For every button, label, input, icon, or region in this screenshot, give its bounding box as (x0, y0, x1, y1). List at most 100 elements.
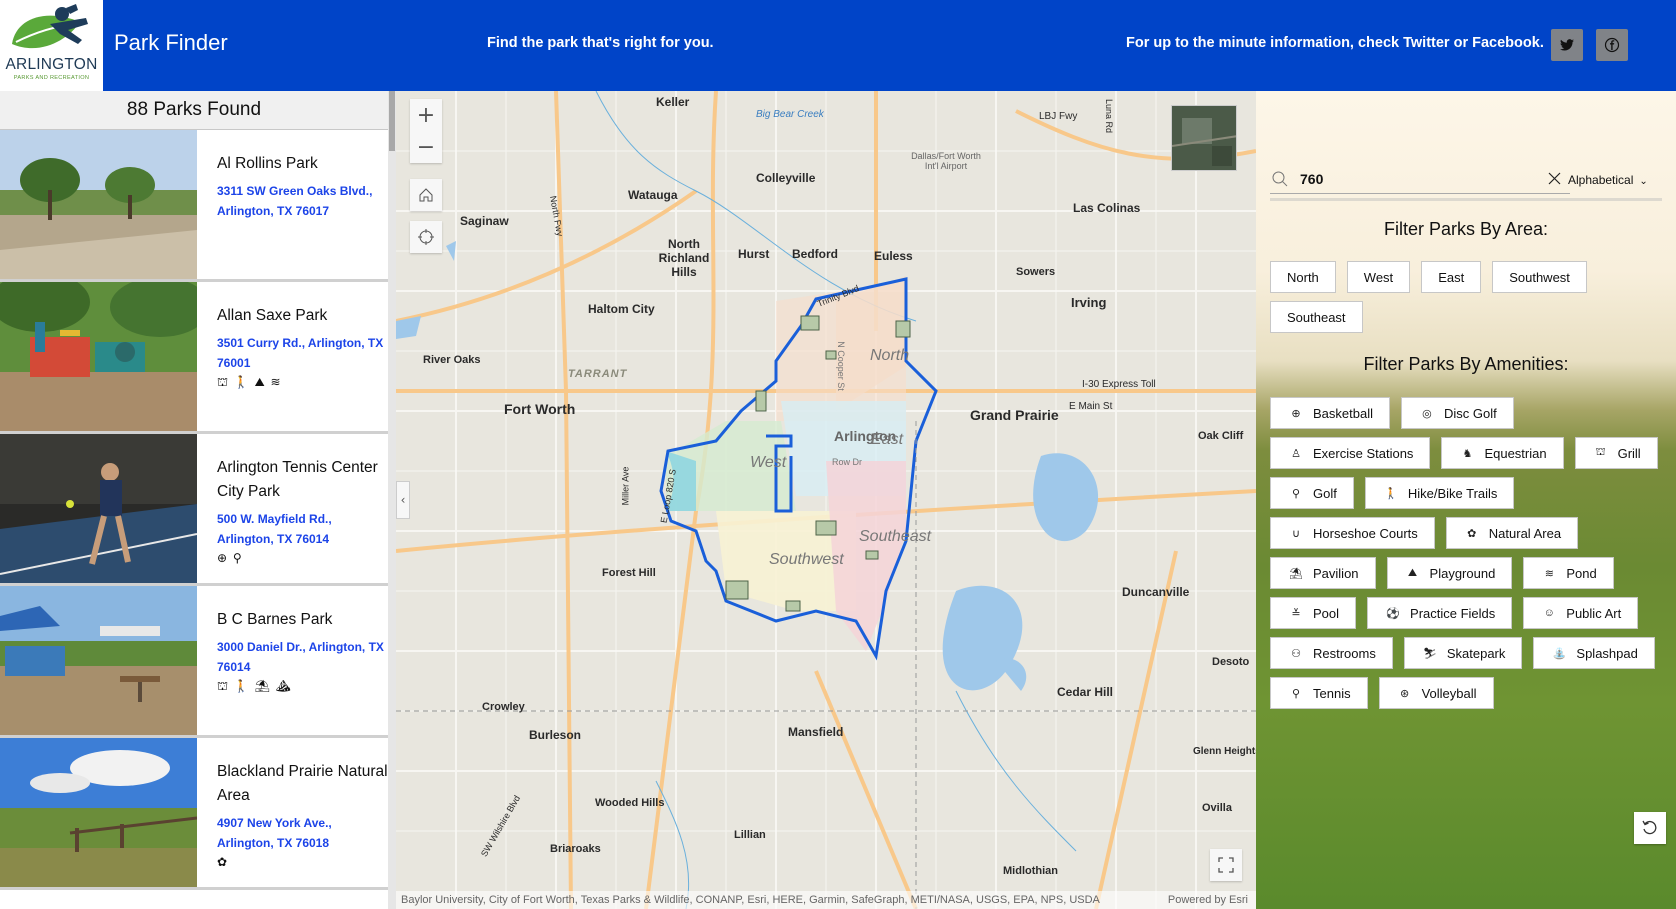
park-address[interactable]: 4907 New York Ave., Arlington, TX 76018 (217, 814, 388, 853)
park-address[interactable]: 3311 SW Green Oaks Blvd., Arlington, TX … (217, 182, 388, 221)
amenity-filter-restrooms[interactable]: ⚇ Restrooms (1270, 637, 1393, 669)
map-label: Colleyville (756, 171, 816, 185)
amenity-filter-volleyball[interactable]: ⊛ Volleyball (1378, 677, 1494, 709)
amenity-filter-label: Volleyball (1421, 685, 1477, 701)
amenity-filter-playground[interactable]: ⛰ Playground (1386, 557, 1513, 589)
park-photo (0, 738, 197, 887)
amenity-filter-equestrian[interactable]: ♞ Equestrian (1441, 437, 1564, 469)
park-list-item[interactable]: Blackland Prairie Natural Area 4907 New … (0, 738, 388, 890)
amenity-filter-splashpad[interactable]: ⛲ Splashpad (1533, 637, 1655, 669)
locate-icon (418, 229, 434, 245)
map-label: Burleson (529, 728, 582, 742)
area-filter-west[interactable]: West (1346, 261, 1411, 293)
equestrian-icon: ♞ (1462, 447, 1473, 460)
area-filter-southeast[interactable]: Southeast (1270, 301, 1363, 333)
park-map[interactable]: Keller Big Bear Creek LBJ Fwy Colleyvill… (396, 91, 1256, 909)
map-label: River Oaks (423, 354, 481, 366)
amenity-filter-skatepark[interactable]: ⛷ Skatepark (1403, 637, 1523, 669)
app-header: ARLINGTON PARKS AND RECREATION Park Find… (0, 0, 1676, 91)
park-address[interactable]: 500 W. Mayfield Rd., Arlington, TX 76014 (217, 510, 388, 549)
amenity-filter-label: Disc Golf (1443, 405, 1497, 421)
area-filter-north[interactable]: North (1270, 261, 1336, 293)
district-label-east: East (871, 431, 904, 448)
park-name[interactable]: Arlington Tennis Center City Park (217, 456, 388, 504)
natural-area-icon: ✿ (1467, 527, 1477, 540)
golf-icon: ⚲ (1291, 487, 1301, 500)
park-amenity-icons: ⊕ ⚲ (217, 551, 243, 565)
map-label: Glenn Heights (1193, 746, 1256, 757)
horseshoe-icon: ∪ (1291, 527, 1301, 540)
collapse-list-button[interactable]: ‹ (396, 481, 410, 519)
park-name[interactable]: B C Barnes Park (217, 608, 388, 632)
district-label-southwest: Southwest (769, 551, 844, 568)
powered-by-esri[interactable]: Powered by Esri (1168, 891, 1248, 909)
home-icon (419, 188, 433, 202)
park-name[interactable]: Al Rollins Park (217, 152, 388, 176)
amenity-filter-label: Playground (1429, 565, 1496, 581)
tennis-icon: ⚲ (1291, 687, 1301, 700)
list-scrollbar-thumb[interactable] (389, 91, 395, 151)
attribution-text: Baylor University, City of Fort Worth, T… (401, 894, 1100, 906)
arlington-logo[interactable]: ARLINGTON PARKS AND RECREATION (0, 0, 103, 91)
park-search-input[interactable] (1300, 171, 1540, 187)
fullscreen-button[interactable] (1210, 849, 1242, 881)
sort-select[interactable]: Alphabetical ⌄ (1568, 173, 1648, 187)
amenity-filter-disc-golf[interactable]: ◎ Disc Golf (1400, 397, 1514, 429)
map-label: Big Bear Creek (756, 109, 824, 120)
amenity-filter-pool[interactable]: ≚ Pool (1270, 597, 1357, 629)
park-name[interactable]: Blackland Prairie Natural Area (217, 760, 388, 808)
map-label: Hurst (738, 247, 770, 261)
amenity-filter-horseshoe-courts[interactable]: ∪ Horseshoe Courts (1270, 517, 1435, 549)
park-photo (0, 282, 197, 431)
map-label: Sowers (1016, 266, 1056, 278)
app-title: Park Finder (114, 30, 228, 55)
amenity-filter-pavilion[interactable]: ⛱ Pavilion (1270, 557, 1376, 589)
grill-icon: ⛫ (1595, 446, 1606, 458)
amenity-filter-pond[interactable]: ≋ Pond (1523, 557, 1614, 589)
facebook-button[interactable] (1596, 29, 1628, 61)
amenity-filter-practice-fields[interactable]: ⚽ Practice Fields (1367, 597, 1513, 629)
amenity-filter-public-art[interactable]: ☺ Public Art (1523, 597, 1639, 629)
practice-fields-icon: ⚽ (1386, 607, 1400, 620)
exercise-icon: ♙ (1291, 447, 1301, 460)
home-button[interactable] (410, 179, 442, 211)
amenity-filter-grill[interactable]: ⛫ Grill (1574, 437, 1658, 469)
search-icon (1272, 171, 1288, 187)
clear-search-icon[interactable] (1548, 172, 1561, 185)
area-filter-east[interactable]: East (1421, 261, 1482, 293)
map-label: Saginaw (460, 214, 509, 228)
chevron-left-icon: ‹ (400, 493, 406, 507)
zoom-in-button[interactable]: + (410, 99, 442, 131)
map-label: Grand Prairie (970, 407, 1059, 423)
map-label: Row Dr (832, 457, 863, 467)
park-list-item[interactable]: Arlington Tennis Center City Park 500 W.… (0, 434, 388, 586)
basemap-toggle[interactable] (1171, 105, 1237, 171)
park-photo (0, 434, 197, 583)
amenity-filter-golf[interactable]: ⚲ Golf (1270, 477, 1354, 509)
pavilion-icon: ⛱ (1289, 567, 1303, 580)
map-label: Lillian (734, 829, 766, 841)
amenity-filter-exercise-stations[interactable]: ♙ Exercise Stations (1270, 437, 1431, 469)
list-scrollbar[interactable] (388, 91, 396, 909)
zoom-out-button[interactable]: − (410, 131, 442, 163)
area-filter-title: Filter Parks By Area: (1383, 219, 1549, 239)
map-label: Keller (656, 95, 690, 109)
park-list-item[interactable]: Allan Saxe Park 3501 Curry Rd., Arlingto… (0, 282, 388, 434)
area-filter-southwest[interactable]: Southwest (1492, 261, 1587, 293)
park-name[interactable]: Allan Saxe Park (217, 304, 388, 328)
amenity-filter-label: Exercise Stations (1313, 445, 1414, 461)
park-photo (0, 586, 197, 735)
locate-button[interactable] (410, 221, 442, 253)
park-list-item[interactable]: B C Barnes Park 3000 Daniel Dr., Arlingt… (0, 586, 388, 738)
amenity-filter-natural-area[interactable]: ✿ Natural Area (1445, 517, 1579, 549)
park-list-item[interactable]: Al Rollins Park 3311 SW Green Oaks Blvd.… (0, 130, 388, 282)
amenity-filter-hike-bike-trails[interactable]: 🚶 Hike/Bike Trails (1364, 477, 1515, 509)
reset-filters-button[interactable] (1634, 812, 1666, 844)
district-label-southeast: Southeast (859, 528, 932, 545)
park-address[interactable]: 3501 Curry Rd., Arlington, TX 76001 (217, 334, 388, 373)
amenity-filter-basketball[interactable]: ⊕ Basketball (1270, 397, 1390, 429)
map-label: Fort Worth (504, 401, 576, 417)
twitter-button[interactable] (1551, 29, 1583, 61)
park-address[interactable]: 3000 Daniel Dr., Arlington, TX 76014 (217, 638, 388, 677)
amenity-filter-tennis[interactable]: ⚲ Tennis (1270, 677, 1368, 709)
